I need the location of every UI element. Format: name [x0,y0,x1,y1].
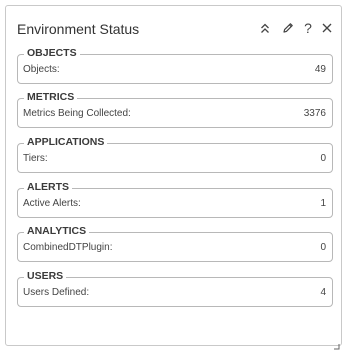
section-title: METRICS [24,91,78,104]
objects-label: Objects: [23,64,60,75]
alerts-section: ALERTS Active Alerts: 1 [17,181,333,218]
double-chevron-up-icon [261,23,269,33]
users-defined-value: 4 [320,287,326,298]
collapse-widget-button[interactable] [256,19,274,37]
metrics-value: 3376 [303,108,326,119]
section-title: OBJECTS [24,47,80,60]
tiers-value: 0 [320,153,326,164]
close-x-icon [322,23,332,33]
help-button[interactable]: ? [299,19,317,37]
question-mark-icon: ? [304,20,312,36]
resize-handle-icon[interactable] [333,337,340,350]
objects-section: OBJECTS Objects: 49 [17,47,333,84]
metrics-label: Metrics Being Collected: [23,108,131,119]
active-alerts-value: 1 [320,198,326,209]
section-title: USERS [24,270,67,283]
objects-value: 49 [314,64,326,75]
analytics-section: ANALYTICS CombinedDTPlugin: 0 [17,225,333,262]
environment-status-widget: Environment Status ? OBJECTS Objects: 49… [5,5,342,350]
section-title: ANALYTICS [24,225,90,238]
users-defined-label: Users Defined: [23,287,90,298]
applications-section: APPLICATIONS Tiers: 0 [17,136,333,173]
section-title: ALERTS [24,181,72,194]
users-section: USERS Users Defined: 4 [17,270,333,307]
pencil-icon [283,23,293,33]
section-title: APPLICATIONS [24,136,108,149]
combined-dt-plugin-label: CombinedDTPlugin: [23,242,113,253]
widget-titlebar: Environment Status ? [6,6,341,42]
tiers-label: Tiers: [23,153,48,164]
combined-dt-plugin-value: 0 [320,242,326,253]
metrics-section: METRICS Metrics Being Collected: 3376 [17,91,333,128]
close-widget-button[interactable] [318,19,336,37]
widget-title: Environment Status [17,21,140,37]
edit-widget-button[interactable] [279,19,297,37]
active-alerts-label: Active Alerts: [23,198,81,209]
